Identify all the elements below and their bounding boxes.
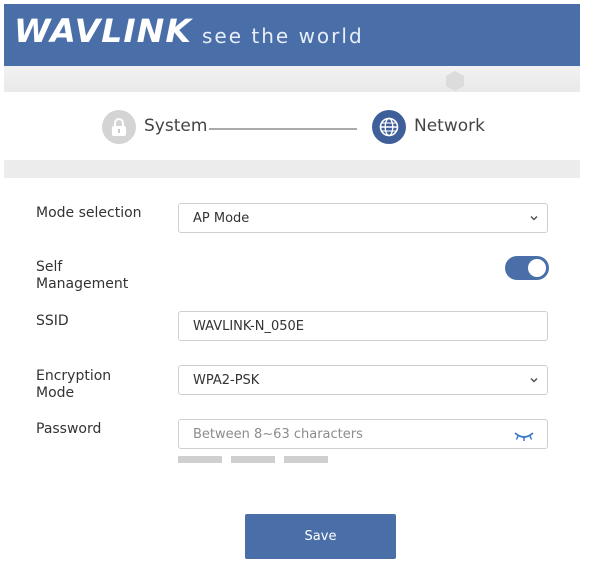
chevron-down-icon (530, 215, 538, 221)
save-button[interactable]: Save (245, 514, 396, 559)
globe-icon (379, 117, 399, 137)
password-label: Password (36, 421, 102, 437)
decorative-band (4, 66, 580, 92)
encryption-mode-value: WPA2-PSK (193, 372, 260, 388)
self-management-label-line2: Management (36, 276, 129, 292)
section-divider (4, 160, 580, 178)
encryption-mode-label: Encryption Mode (36, 368, 111, 402)
password-input[interactable] (193, 426, 493, 442)
mode-selection-dropdown[interactable]: AP Mode (178, 203, 548, 233)
mode-selection-value: AP Mode (193, 210, 250, 226)
ssid-input[interactable]: WAVLINK-N_050E (178, 311, 548, 341)
brand-logo-text: WAVLINK (14, 12, 193, 50)
encryption-mode-label-line2: Mode (36, 385, 75, 401)
stepper-connector (209, 128, 357, 130)
toggle-knob (528, 259, 546, 277)
self-management-label-line1: Self (36, 259, 63, 275)
eye-closed-icon[interactable] (513, 430, 535, 442)
setup-stepper: System Network (4, 92, 580, 162)
brand-logo: WAVLINK (14, 12, 193, 50)
hexagon-icon (446, 71, 464, 91)
password-strength-bar-1 (178, 456, 222, 463)
mode-selection-label: Mode selection (36, 205, 142, 221)
encryption-mode-dropdown[interactable]: WPA2-PSK (178, 365, 548, 395)
encryption-mode-label-line1: Encryption (36, 368, 112, 384)
lock-icon (112, 118, 126, 136)
password-field[interactable] (178, 419, 548, 449)
chevron-down-icon (530, 377, 538, 383)
ssid-label: SSID (36, 313, 69, 329)
step-system-circle[interactable] (102, 110, 136, 144)
brand-tagline: see the world (202, 24, 364, 48)
header-banner: WAVLINK see the world (4, 4, 580, 66)
step-network-circle[interactable] (372, 110, 406, 144)
self-management-toggle[interactable] (505, 256, 549, 280)
step-system-label[interactable]: System (144, 116, 207, 136)
self-management-label: Self Management (36, 259, 128, 293)
step-network-label[interactable]: Network (414, 116, 485, 136)
ssid-value: WAVLINK-N_050E (193, 318, 305, 334)
password-strength-bar-3 (284, 456, 328, 463)
password-strength-bar-2 (231, 456, 275, 463)
